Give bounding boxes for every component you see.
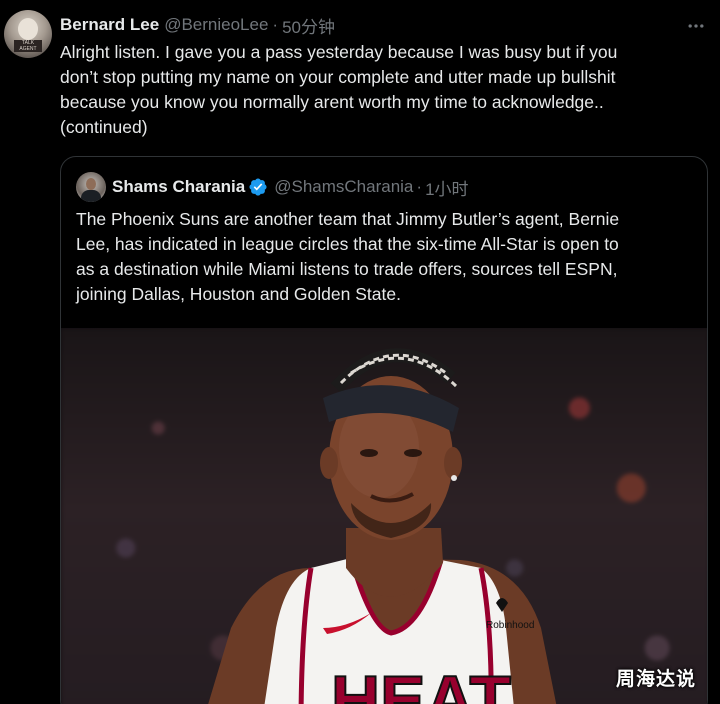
author-avatar[interactable]: TALK AGENT [4,10,52,58]
quoted-text-line: The Phoenix Suns are another team that J… [76,209,620,229]
quoted-author-avatar[interactable] [76,172,106,202]
verified-badge-icon [249,178,267,196]
tweet-text-line: (continued) [60,117,148,137]
quoted-author-handle[interactable]: @ShamsCharania [274,177,413,197]
player-photo: Robinhood HEAT [208,348,557,704]
author-handle[interactable]: @BernieoLee [164,15,268,35]
sponsor-text: Robinhood [486,620,534,631]
tweet-text: Alright listen. I gave you a pass yester… [60,40,710,140]
more-options-button[interactable] [684,14,708,38]
separator-dot: · [416,177,423,196]
quoted-tweet-photo[interactable]: Robinhood HEAT [61,328,707,704]
quoted-tweet-header: Shams Charania @ShamsCharania · 1小时 [76,172,469,202]
watermark-text: 周海达说 [616,668,697,690]
tweet-timestamp[interactable]: 50分钟 [282,13,335,38]
tweet[interactable]: TALK AGENT Bernard Lee @BernieoLee · 50分… [0,0,720,704]
quoted-text-line: Lee, has indicated in league circles tha… [76,234,619,254]
quoted-tweet-timestamp[interactable]: 1小时 [425,175,468,200]
separator-dot: · [272,15,279,34]
quoted-text-line: joining Dallas, Houston and Golden State… [76,284,401,304]
tweet-text-line: don’t stop putting my name on your compl… [60,67,616,87]
avatar-face [18,18,38,40]
avatar-label: TALK AGENT [14,40,42,52]
quoted-text-line: as a destination while Miami listens to … [76,259,618,279]
quoted-tweet[interactable]: Shams Charania @ShamsCharania · 1小时 The … [60,156,708,704]
quoted-tweet-text: The Phoenix Suns are another team that J… [76,207,701,307]
tweet-header: Bernard Lee @BernieoLee · 50分钟 [60,13,335,37]
author-display-name[interactable]: Bernard Lee [60,15,159,35]
avatar-suit [81,190,101,202]
quoted-author-display-name[interactable]: Shams Charania [112,177,245,197]
more-horizontal-icon [688,24,704,28]
jersey-heat-text: HEAT [331,662,511,704]
tweet-text-line: because you know you normally arent wort… [60,92,604,112]
tweet-text-line: Alright listen. I gave you a pass yester… [60,42,618,62]
avatar-head [86,178,96,190]
